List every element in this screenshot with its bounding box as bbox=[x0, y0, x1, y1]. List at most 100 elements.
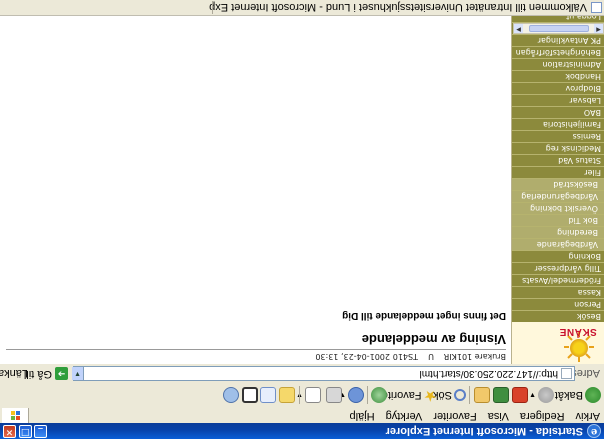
sidebar-item[interactable]: Tillg vårdpresser bbox=[512, 262, 604, 274]
scroll-right-icon[interactable]: ▶ bbox=[514, 24, 523, 33]
sidebar-item[interactable]: PK Antavklingar bbox=[512, 34, 604, 46]
back-arrow-icon bbox=[585, 387, 601, 403]
search-icon bbox=[454, 389, 466, 401]
scroll-thumb[interactable] bbox=[529, 25, 589, 32]
user-id: Brukare 101KIR bbox=[443, 352, 506, 361]
stop-button[interactable] bbox=[512, 385, 528, 405]
status-bar: Välkommen till Intranätet Universitetssj… bbox=[0, 0, 604, 16]
refresh-button[interactable] bbox=[493, 385, 509, 405]
sidebar-item[interactable]: Kassa bbox=[512, 286, 604, 298]
window-title: Startsida - Microsoft Internet Explorer bbox=[385, 425, 583, 437]
sidebar-item[interactable]: Filer bbox=[512, 166, 604, 178]
sidebar-horizontal-scrollbar[interactable]: ◀ ▶ bbox=[513, 23, 604, 34]
status-zone bbox=[2, 1, 213, 14]
menu-hjalp[interactable]: Hjälp bbox=[350, 409, 375, 422]
main-panel: Brukare 101KIR U TS410 2001-04-23, 13:30… bbox=[6, 16, 506, 364]
address-url: http://147.220.250.30/start.html bbox=[419, 368, 558, 379]
window-button[interactable] bbox=[260, 385, 276, 405]
folder-button[interactable] bbox=[279, 385, 295, 405]
menu-bar: Arkiv Redigera Visa Favoriter Verktyg Hj… bbox=[0, 407, 604, 423]
sidebar-item[interactable]: Bok Tid bbox=[512, 214, 604, 226]
folder-icon bbox=[279, 387, 295, 403]
refresh-icon bbox=[493, 387, 509, 403]
sidebar-item[interactable]: Frödermedel/Avsats bbox=[512, 274, 604, 286]
home-button[interactable] bbox=[474, 385, 490, 405]
history-button[interactable] bbox=[371, 385, 387, 405]
sidebar-item[interactable]: Status Väd bbox=[512, 154, 604, 166]
skane-logo: SKÅNE bbox=[556, 319, 600, 362]
address-input[interactable]: http://147.220.250.30/start.html bbox=[73, 366, 575, 381]
sidebar: SKÅNE Besök Person Kassa Frödermedel/Avsats… bbox=[511, 10, 604, 364]
scroll-left-icon[interactable]: ◀ bbox=[594, 24, 603, 33]
forward-arrow-icon bbox=[538, 387, 554, 403]
history-icon bbox=[371, 387, 387, 403]
sidebar-item[interactable]: Bokning bbox=[512, 250, 604, 262]
internet-explorer-icon: e bbox=[587, 424, 601, 438]
page-content: SKÅNE Besök Person Kassa Frödermedel/Avsats… bbox=[0, 10, 604, 364]
sidebar-item[interactable]: Administration bbox=[512, 58, 604, 70]
page-icon bbox=[591, 2, 602, 13]
home-icon bbox=[474, 387, 490, 403]
sidebar-item[interactable]: Vårdbegärunderlag bbox=[512, 190, 604, 202]
menu-arkiv[interactable]: Arkiv bbox=[576, 409, 600, 422]
printer-icon bbox=[326, 387, 342, 403]
sidebar-item[interactable]: Blodprov bbox=[512, 82, 604, 94]
close-button[interactable]: × bbox=[3, 425, 16, 438]
sidebar-item[interactable]: Beredning bbox=[512, 226, 604, 238]
page-title: Visning av meddelande bbox=[361, 332, 506, 347]
links-button[interactable]: Länkar bbox=[0, 366, 28, 380]
sidebar-item[interactable]: Familjehistoria bbox=[512, 118, 604, 130]
sidebar-item[interactable]: Vårdbegärande bbox=[512, 238, 604, 250]
sidebar-item[interactable]: BAO bbox=[512, 106, 604, 118]
go-button[interactable]: ➔ Gå till bbox=[24, 367, 68, 381]
back-button[interactable]: Bakåt ▼ bbox=[546, 385, 601, 405]
sidebar-item[interactable]: Handbok bbox=[512, 70, 604, 82]
windows-logo-icon bbox=[2, 408, 29, 423]
search-button[interactable]: Sök bbox=[433, 385, 466, 405]
page-icon bbox=[561, 368, 572, 379]
sidebar-item[interactable]: Besöksträd bbox=[512, 178, 604, 190]
menu-visa[interactable]: Visa bbox=[488, 409, 509, 422]
back-label: Bakåt bbox=[554, 389, 583, 401]
browser-window: e Startsida - Microsoft Internet Explore… bbox=[0, 0, 604, 439]
dialog-icon bbox=[242, 387, 258, 403]
print-button[interactable] bbox=[326, 385, 342, 405]
stop-icon bbox=[512, 387, 528, 403]
sidebar-item[interactable]: Remiss bbox=[512, 130, 604, 142]
forward-button[interactable]: ▼ bbox=[529, 385, 554, 405]
sidebar-item[interactable]: Besök bbox=[512, 310, 604, 322]
mail-button[interactable]: ▼ bbox=[339, 385, 364, 405]
sidebar-item[interactable]: Medicinsk reg bbox=[512, 142, 604, 154]
toolbar-separator bbox=[367, 386, 368, 404]
menu-favoriter[interactable]: Favoriter bbox=[433, 409, 476, 422]
unit-code: U bbox=[428, 352, 434, 361]
menu-verktyg[interactable]: Verktyg bbox=[386, 409, 423, 422]
terminal-code: TS410 bbox=[392, 352, 418, 361]
sidebar-item[interactable]: Person bbox=[512, 298, 604, 310]
sidebar-item[interactable]: Behörighetsförfrågan bbox=[512, 46, 604, 58]
title-bar: e Startsida - Microsoft Internet Explore… bbox=[0, 423, 604, 439]
tools-button[interactable] bbox=[223, 385, 239, 405]
sidebar-item[interactable]: Översikt bokning bbox=[512, 202, 604, 214]
tools-icon bbox=[223, 387, 239, 403]
star-icon: ★ bbox=[423, 387, 437, 404]
minimize-button[interactable]: _ bbox=[34, 425, 47, 438]
edit-icon bbox=[305, 387, 321, 403]
menu-redigera[interactable]: Redigera bbox=[520, 409, 565, 422]
mail-icon bbox=[348, 387, 364, 403]
sidebar-item[interactable]: Labsvar bbox=[512, 94, 604, 106]
status-text: Välkommen till Intranätet Universitetssj… bbox=[209, 1, 587, 13]
address-dropdown-icon[interactable]: ▼ bbox=[72, 367, 84, 380]
chevron-down-icon: ▼ bbox=[529, 391, 536, 399]
toolbar-separator bbox=[299, 386, 300, 404]
maximize-button[interactable]: □ bbox=[19, 425, 32, 438]
messenger-button[interactable] bbox=[242, 385, 258, 405]
window-icon bbox=[260, 387, 276, 403]
go-arrow-icon: ➔ bbox=[55, 367, 68, 381]
divider bbox=[6, 349, 506, 350]
go-label: Gå till bbox=[23, 368, 52, 380]
session-datetime: 2001-04-23, 13:30 bbox=[315, 352, 390, 361]
session-info: Brukare 101KIR U TS410 2001-04-23, 13:30 bbox=[315, 351, 506, 362]
sun-icon bbox=[570, 339, 588, 357]
toolbar-separator bbox=[469, 386, 470, 404]
